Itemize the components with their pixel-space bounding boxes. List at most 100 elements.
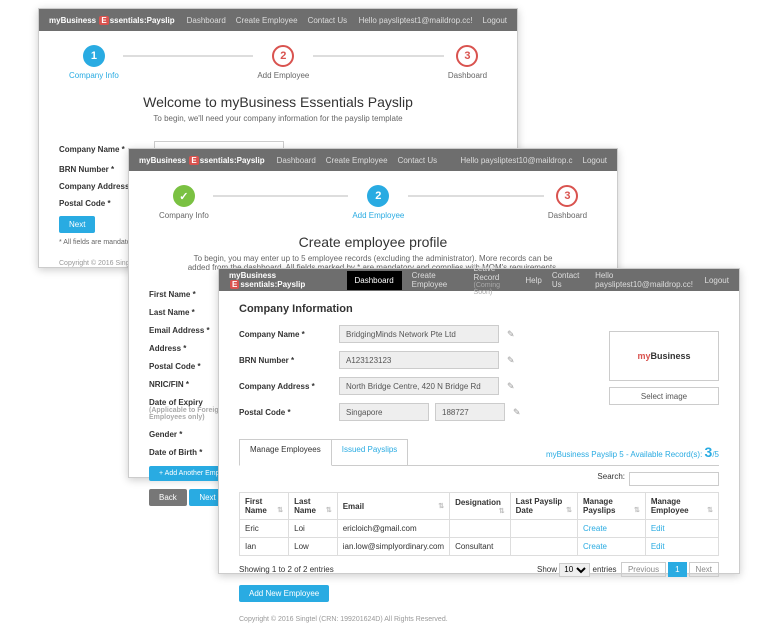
select-image-button[interactable]: Select image <box>609 387 719 405</box>
welcome-sub: To begin, we'll need your company inform… <box>69 114 487 123</box>
value-brn: A123123123 <box>339 351 499 369</box>
col-designation[interactable]: Designation⇅ <box>450 493 511 520</box>
employees-table: First Name⇅ Last Name⇅ Email⇅ Designatio… <box>239 492 719 556</box>
nav-help[interactable]: Help <box>525 276 541 285</box>
label-expiry: Date of Expiry(Applicable to Foreign Emp… <box>149 398 229 421</box>
logout-link[interactable]: Logout <box>705 276 729 285</box>
cell-last-payslip <box>510 520 577 538</box>
table-row: IanLowian.low@simplyordinary.comConsulta… <box>240 538 719 556</box>
value-company-address: North Bridge Centre, 420 N Bridge Rd <box>339 377 499 395</box>
step-3-circle: 3 <box>456 45 478 67</box>
nav-create-employee[interactable]: Create Employee <box>326 156 388 165</box>
nav-contact[interactable]: Contact Us <box>308 16 348 25</box>
step-1-circle: 1 <box>83 45 105 67</box>
cell-designation <box>450 520 511 538</box>
showing-entries: Showing 1 to 2 of 2 entries <box>239 565 334 574</box>
cell-first: Ian <box>240 538 289 556</box>
pager-prev[interactable]: Previous <box>621 562 666 577</box>
page-size-select[interactable]: 10 <box>559 563 590 577</box>
create-profile-title: Create employee profile <box>159 234 587 250</box>
label-email: Email Address * <box>149 326 229 335</box>
next-button[interactable]: Next <box>59 216 95 233</box>
value-postal-city: Singapore <box>339 403 429 421</box>
step-3-label: Dashboard <box>448 71 487 80</box>
step-1-label: Company Info <box>159 211 209 220</box>
tab-issued-payslips[interactable]: Issued Payslips <box>331 439 409 465</box>
pager-next[interactable]: Next <box>689 562 719 577</box>
company-info-heading: Company Information <box>239 303 719 315</box>
col-manage-payslips[interactable]: Manage Payslips⇅ <box>577 493 645 520</box>
edit-icon[interactable]: ✎ <box>507 329 515 340</box>
label-postal: Postal Code * <box>239 408 339 417</box>
search-label: Search: <box>597 472 625 486</box>
nav-contact[interactable]: Contact Us <box>552 271 585 289</box>
entries-label: entries <box>593 565 617 574</box>
welcome-title: Welcome to myBusiness Essentials Payslip <box>69 94 487 110</box>
col-last-payslip[interactable]: Last Payslip Date⇅ <box>510 493 577 520</box>
step-2-circle: 2 <box>272 45 294 67</box>
search-input[interactable] <box>629 472 719 486</box>
navbar: myBusiness Essentials:Payslip Dashboard … <box>219 269 739 291</box>
value-postal-code: 188727 <box>435 403 505 421</box>
label-nric: NRIC/FIN * <box>149 380 229 389</box>
edit-icon[interactable]: ✎ <box>513 407 521 418</box>
navbar: myBusiness Essentials:Payslip Dashboard … <box>39 9 517 31</box>
label-address: Address * <box>149 344 229 353</box>
logout-link[interactable]: Logout <box>583 156 607 165</box>
step-2-label: Add Employee <box>257 71 309 80</box>
edit-employee-link[interactable]: Edit <box>651 524 665 533</box>
show-label: Show <box>537 565 557 574</box>
nav-dashboard[interactable]: Dashboard <box>347 271 402 290</box>
tab-manage-employees[interactable]: Manage Employees <box>239 439 332 466</box>
label-postal: Postal Code * <box>149 362 229 371</box>
edit-employee-link[interactable]: Edit <box>651 542 665 551</box>
create-payslip-link[interactable]: Create <box>583 542 607 551</box>
cell-last-payslip <box>510 538 577 556</box>
table-row: EricLoiericloich@gmail.com Create Edit <box>240 520 719 538</box>
navbar: myBusiness Essentials:Payslip Dashboard … <box>129 149 617 171</box>
label-dob: Date of Birth * <box>149 448 229 457</box>
step-1-circle: ✓ <box>173 185 195 207</box>
step-1-label: Company Info <box>69 71 119 80</box>
user-greeting: Hello paysliptest10@maildrop.cc! <box>595 271 694 289</box>
create-payslip-link[interactable]: Create <box>583 524 607 533</box>
label-gender: Gender * <box>149 430 229 439</box>
nav-contact[interactable]: Contact Us <box>398 156 438 165</box>
user-greeting: Hello paysliptest1@maildrop.cc! <box>359 16 473 25</box>
cell-first: Eric <box>240 520 289 538</box>
cell-last: Loi <box>289 520 338 538</box>
col-first-name[interactable]: First Name⇅ <box>240 493 289 520</box>
pager-page-1[interactable]: 1 <box>668 562 686 577</box>
copyright: Copyright © 2016 Singtel (CRN: 199201624… <box>239 616 719 623</box>
back-button[interactable]: Back <box>149 489 187 506</box>
nav-create-employee[interactable]: Create Employee <box>236 16 298 25</box>
label-brn: BRN Number * <box>239 356 339 365</box>
step-2-label: Add Employee <box>352 211 404 220</box>
nav-create-employee[interactable]: Create Employee <box>412 271 464 289</box>
cell-email: ian.low@simplyordinary.com <box>337 538 449 556</box>
logout-link[interactable]: Logout <box>483 16 507 25</box>
col-email[interactable]: Email⇅ <box>337 493 449 520</box>
available-records: myBusiness Payslip 5 - Available Record(… <box>546 439 719 465</box>
step-bar: ✓ Company Info 2 Add Employee 3 Dashboard <box>129 171 617 226</box>
edit-icon[interactable]: ✎ <box>507 381 515 392</box>
step-3-circle: 3 <box>556 185 578 207</box>
step-2-circle: 2 <box>367 185 389 207</box>
col-manage-employee[interactable]: Manage Employee⇅ <box>645 493 718 520</box>
cell-last: Low <box>289 538 338 556</box>
cell-email: ericloich@gmail.com <box>337 520 449 538</box>
col-last-name[interactable]: Last Name⇅ <box>289 493 338 520</box>
brand-logo: myBusiness Essentials:Payslip <box>49 16 175 25</box>
step-3-label: Dashboard <box>548 211 587 220</box>
nav-dashboard[interactable]: Dashboard <box>277 156 316 165</box>
user-greeting: Hello paysliptest10@maildrop.c <box>460 156 572 165</box>
company-logo: myBusiness <box>609 331 719 381</box>
nav-dashboard[interactable]: Dashboard <box>187 16 226 25</box>
step-bar: 1 Company Info 2 Add Employee 3 Dashboard <box>39 31 517 86</box>
cell-designation: Consultant <box>450 538 511 556</box>
value-company-name: BridgingMinds Network Pte Ltd <box>339 325 499 343</box>
label-first-name: First Name * <box>149 290 229 299</box>
add-new-employee-button[interactable]: Add New Employee <box>239 585 329 602</box>
brand-logo: myBusiness Essentials:Payslip <box>229 271 335 289</box>
edit-icon[interactable]: ✎ <box>507 355 515 366</box>
